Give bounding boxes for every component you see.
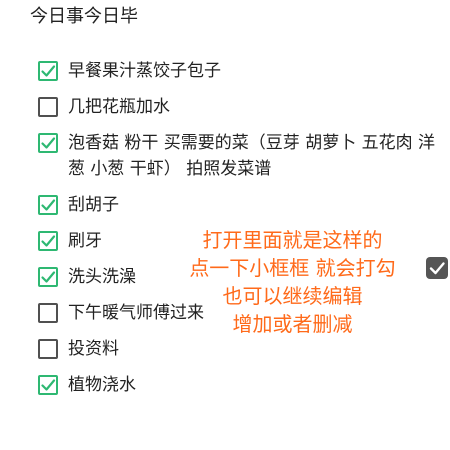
checkbox-unchecked[interactable] (38, 303, 58, 323)
list-title: 今日事今日毕 (30, 6, 138, 27)
item-label: 洗头洗澡 (68, 267, 136, 287)
checkbox-checked[interactable] (38, 61, 58, 81)
list-item[interactable]: 泡香菇 粉干 买需要的菜（豆芽 胡萝卜 五花肉 洋葱 小葱 干虾） 拍照发菜谱 (38, 130, 438, 182)
annotation-line: 也可以继续编辑 (222, 284, 363, 308)
annotation-line: 点一下小框框 就会打勾 (189, 256, 396, 280)
checkmark-icon (41, 379, 56, 391)
checkbox-unchecked[interactable] (38, 339, 58, 359)
checkmark-icon (41, 65, 56, 77)
checkmark-icon (41, 235, 56, 247)
handwritten-annotation: 打开里面就是这样的 点一下小框框 就会打勾 也可以继续编辑 增加或者删减 (150, 226, 435, 338)
annotation-line: 增加或者删减 (232, 312, 353, 336)
checkbox-checked[interactable] (38, 231, 58, 251)
list-item[interactable]: 几把花瓶加水 (38, 94, 438, 120)
list-item[interactable]: 投资料 (38, 336, 438, 362)
list-item[interactable]: 早餐果汁蒸饺子包子 (38, 58, 438, 84)
checkbox-unchecked[interactable] (38, 97, 58, 117)
checkmark-icon (41, 271, 56, 283)
checkbox-checked[interactable] (38, 133, 58, 153)
item-label: 植物浇水 (68, 375, 136, 395)
item-label: 刷牙 (68, 231, 102, 251)
checkbox-checked[interactable] (38, 267, 58, 287)
item-label: 几把花瓶加水 (68, 97, 170, 117)
checkbox-checked-icon[interactable] (426, 257, 448, 279)
list-item[interactable]: 刮胡子 (38, 192, 438, 218)
checkmark-icon (41, 137, 56, 149)
annotation-line: 打开里面就是这样的 (202, 228, 383, 252)
checkbox-checked[interactable] (38, 195, 58, 215)
checkmark-icon (41, 199, 56, 211)
item-label: 早餐果汁蒸饺子包子 (68, 61, 221, 81)
list-item[interactable]: 植物浇水 (38, 372, 438, 398)
item-label: 刮胡子 (68, 195, 119, 215)
checkmark-icon (429, 262, 445, 275)
item-label: 投资料 (68, 339, 119, 359)
checkbox-checked[interactable] (38, 375, 58, 395)
item-label: 泡香菇 粉干 买需要的菜（豆芽 胡萝卜 五花肉 洋葱 小葱 干虾） 拍照发菜谱 (68, 133, 436, 179)
